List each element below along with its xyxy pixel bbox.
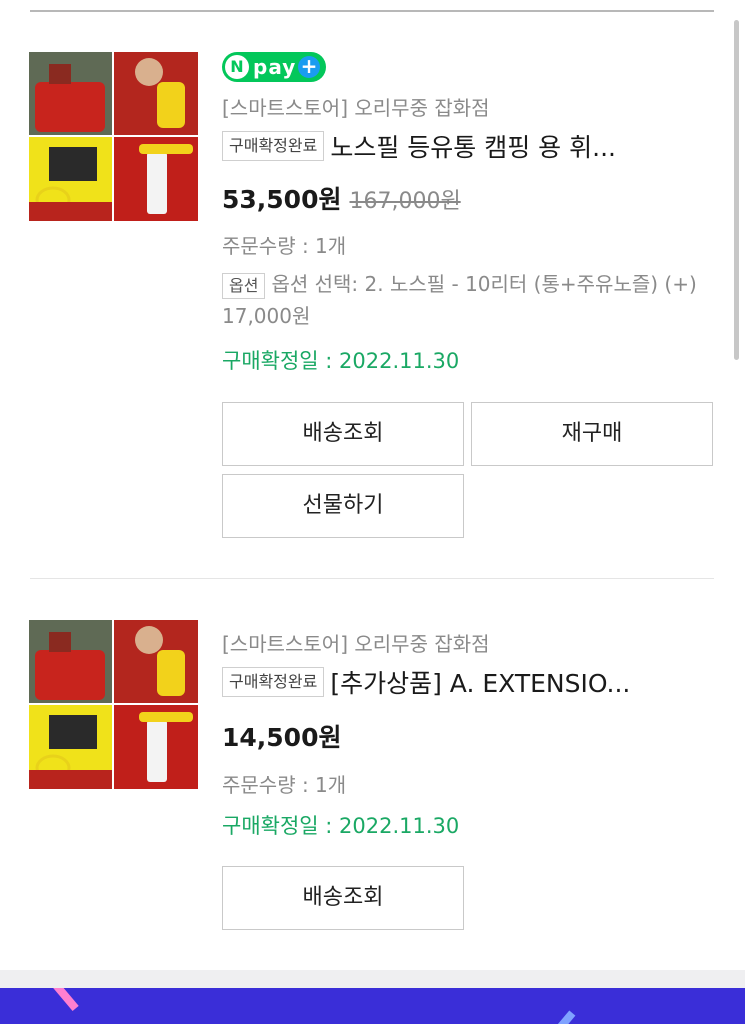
sale-price: 14,500원 bbox=[222, 723, 342, 752]
npay-plus-badge: N pay + bbox=[222, 52, 326, 82]
card-divider bbox=[30, 578, 714, 579]
status-badge: 구매확정완료 bbox=[222, 667, 325, 697]
product-title-row[interactable]: 구매확정완료 노스필 등유통 캠핑 용 휘... bbox=[222, 128, 717, 162]
product-title[interactable]: [추가상품] A. EXTENSIO... bbox=[330, 664, 630, 700]
bottom-banner[interactable] bbox=[0, 988, 745, 1024]
confirm-date: 구매확정일 : 2022.11.30 bbox=[222, 814, 460, 838]
delivery-tracking-button[interactable]: 배송조회 bbox=[222, 402, 464, 466]
plus-icon: + bbox=[298, 56, 320, 78]
product-title[interactable]: 노스필 등유통 캠핑 용 휘... bbox=[330, 128, 616, 164]
option-tag: 옵션 bbox=[222, 273, 266, 299]
order-quantity: 주문수량 : 1개 bbox=[222, 773, 347, 797]
order-card: N pay + [스마트스토어] 오리무중 잡화점 구매확정완료 노스필 등유통 … bbox=[0, 0, 745, 580]
confirm-date: 구매확정일 : 2022.11.30 bbox=[222, 349, 460, 373]
product-thumbnail[interactable] bbox=[29, 620, 198, 789]
price-row: 53,500원 167,000원 bbox=[222, 180, 461, 216]
original-price: 167,000원 bbox=[349, 189, 461, 214]
banner-decoration bbox=[53, 988, 576, 1024]
npay-n-icon: N bbox=[225, 55, 249, 79]
price-row: 14,500원 bbox=[222, 718, 341, 754]
npay-label: pay bbox=[253, 55, 297, 79]
option-text: 옵션 선택: 2. 노스필 - 10리터 (통+주유노즐) (+) 17,000… bbox=[222, 272, 697, 328]
rebuy-button[interactable]: 재구매 bbox=[471, 402, 713, 466]
option-info: 옵션 옵션 선택: 2. 노스필 - 10리터 (통+주유노즐) (+) 17,0… bbox=[222, 268, 702, 332]
product-title-row[interactable]: 구매확정완료 [추가상품] A. EXTENSIO... bbox=[222, 664, 717, 698]
section-gap bbox=[0, 970, 745, 988]
order-card: [스마트스토어] 오리무중 잡화점 구매확정완료 [추가상품] A. EXTENS… bbox=[0, 580, 745, 970]
delivery-tracking-button[interactable]: 배송조회 bbox=[222, 866, 464, 930]
store-name[interactable]: [스마트스토어] 오리무중 잡화점 bbox=[222, 92, 490, 121]
sale-price: 53,500원 bbox=[222, 185, 342, 214]
order-quantity: 주문수량 : 1개 bbox=[222, 234, 347, 258]
status-badge: 구매확정완료 bbox=[222, 131, 325, 161]
gift-button[interactable]: 선물하기 bbox=[222, 474, 464, 538]
store-name[interactable]: [스마트스토어] 오리무중 잡화점 bbox=[222, 628, 490, 657]
product-thumbnail[interactable] bbox=[29, 52, 198, 221]
